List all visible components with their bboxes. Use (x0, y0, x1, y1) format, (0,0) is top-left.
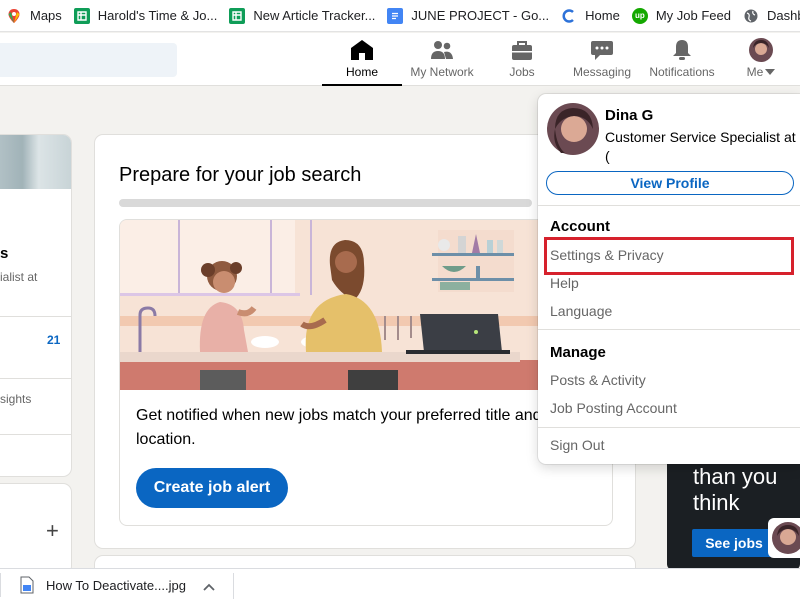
language-link[interactable]: Language (550, 303, 612, 319)
bookmark-job-feed[interactable]: up My Job Feed (628, 0, 739, 31)
bookmark-label: JUNE PROJECT - Go... (411, 8, 550, 23)
nav-messaging[interactable]: Messaging (566, 33, 638, 86)
bookmark-label: New Article Tracker... (253, 8, 376, 23)
divider (0, 316, 71, 317)
bookmark-label: Harold's Time & Jo... (97, 8, 218, 23)
ad-avatar (768, 518, 800, 558)
globe-icon (743, 8, 759, 24)
nav-my-network[interactable]: My Network (404, 33, 480, 86)
plus-icon[interactable]: + (46, 518, 59, 544)
bookmark-label: Dashboard c (767, 8, 800, 23)
ad-headline-2: think (693, 490, 740, 515)
bookmark-dashboard[interactable]: Dashboard c (739, 0, 800, 31)
bookmarks-bar: Maps Harold's Time & Jo... New Article T… (0, 0, 800, 32)
manage-heading: Manage (550, 344, 606, 361)
create-job-alert-button[interactable]: Create job alert (136, 468, 288, 508)
upwork-icon: up (631, 7, 648, 24)
insights-link[interactable]: sights (0, 392, 31, 406)
divider (538, 329, 800, 330)
view-profile-button[interactable]: View Profile (546, 171, 794, 195)
bookmark-label: My Job Feed (655, 8, 731, 23)
sheets-icon (73, 7, 90, 24)
job-posting-account-link[interactable]: Job Posting Account (550, 400, 677, 416)
avatar-icon (749, 38, 773, 62)
chevron-up-icon[interactable] (203, 579, 215, 597)
alert-description: Get notified when new jobs match your pr… (136, 407, 542, 448)
bell-icon (670, 39, 694, 61)
nav-label: Notifications (649, 65, 715, 79)
bookmark-docs[interactable]: JUNE PROJECT - Go... (383, 0, 557, 31)
recent-card: + (0, 484, 71, 574)
bookmark-label: Maps (30, 8, 62, 23)
network-icon (430, 39, 454, 61)
ad-headline-1: than you (693, 464, 778, 489)
nav-me-label: Me (747, 65, 776, 79)
card-title: Prepare for your job search (119, 164, 362, 186)
nav-label: My Network (410, 65, 474, 79)
profile-viewers-count[interactable]: 21 (47, 333, 60, 347)
download-filename[interactable]: How To Deactivate....jpg (46, 578, 186, 593)
file-icon (20, 576, 34, 599)
me-dropdown: Dina G Customer Service Specialist at ( … (538, 94, 800, 464)
divider (538, 427, 800, 428)
maps-icon (6, 8, 22, 24)
profile-name[interactable]: s (0, 245, 8, 262)
bookmark-label: Home (585, 8, 620, 23)
top-nav: Home My Network Jobs Messaging Notificat… (0, 33, 800, 86)
download-bar: How To Deactivate....jpg (0, 568, 800, 601)
bookmark-sheet-1[interactable]: Harold's Time & Jo... (70, 0, 226, 31)
nav-label: Jobs (509, 65, 535, 79)
c-logo-icon (561, 8, 577, 24)
nav-label: Home (345, 65, 378, 79)
see-jobs-button[interactable]: See jobs (692, 529, 776, 557)
nav-me[interactable]: Me (738, 33, 784, 86)
chat-icon (590, 39, 614, 61)
search-input[interactable] (0, 43, 177, 77)
dropdown-headline-line2: ( (605, 148, 610, 164)
caret-down-icon (765, 65, 776, 79)
divider (0, 573, 1, 597)
nav-label: Messaging (572, 65, 632, 79)
dropdown-headline-line1: Customer Service Specialist at (605, 129, 796, 145)
nav-jobs[interactable]: Jobs (490, 33, 554, 86)
help-link[interactable]: Help (550, 275, 579, 291)
divider (233, 573, 234, 599)
account-heading: Account (550, 218, 610, 235)
dropdown-name: Dina G (605, 107, 654, 124)
bookmark-maps[interactable]: Maps (0, 0, 70, 31)
home-icon (350, 39, 374, 61)
sheets-icon (229, 7, 246, 24)
divider (538, 205, 800, 206)
progress-bar (119, 199, 532, 207)
docs-icon (387, 7, 404, 24)
profile-banner (0, 135, 71, 189)
profile-headline: ialist at (0, 270, 38, 284)
dropdown-avatar[interactable] (547, 103, 599, 155)
highlight-box (544, 237, 794, 275)
posts-activity-link[interactable]: Posts & Activity (550, 372, 646, 388)
divider (0, 434, 71, 435)
nav-home[interactable]: Home (322, 33, 402, 86)
dropdown-headline: Customer Service Specialist at ( (605, 128, 800, 166)
bookmark-sheet-2[interactable]: New Article Tracker... (225, 0, 383, 31)
nav-notifications[interactable]: Notifications (644, 33, 720, 86)
bookmark-home[interactable]: Home (557, 0, 628, 31)
sign-out-link[interactable]: Sign Out (550, 437, 604, 453)
profile-card: s ialist at 21 sights (0, 135, 71, 476)
divider (0, 378, 71, 379)
nav-label: Me (746, 65, 764, 79)
briefcase-icon (510, 39, 534, 61)
